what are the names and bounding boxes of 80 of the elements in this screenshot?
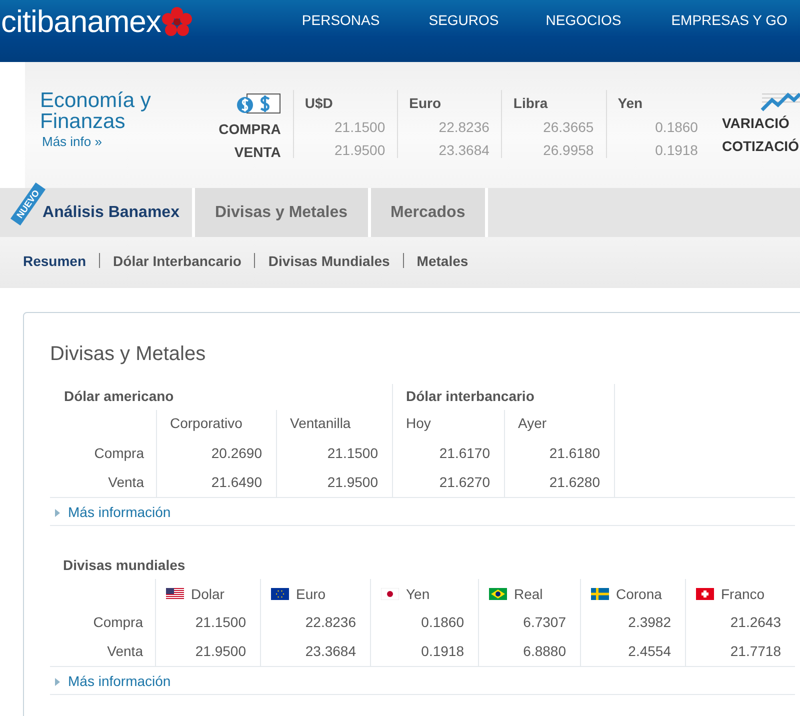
eu-flag-icon [271,588,289,600]
currency-name: Libra [513,94,549,113]
nav-link[interactable]: EMPRESAS Y GO [671,12,788,28]
tab[interactable]: Divisas y Metales [195,188,371,237]
more-info-link[interactable]: Más información [68,672,171,688]
table-cell: 23.3684 [260,637,370,666]
table-cell: 2.4554 [580,637,685,666]
triangle-icon [55,509,60,517]
subtab-link[interactable]: Resumen [23,252,86,268]
us-flag-icon [166,588,184,600]
table-cell: 21.6280 [504,468,615,497]
sweden-flag-icon [591,588,609,600]
subtab-link[interactable]: Divisas Mundiales [268,252,390,268]
table-cell: 21.6180 [504,439,615,468]
sell-label: VENTA [234,143,281,162]
column-heading: Franco [721,586,765,602]
table-cell: 21.6170 [392,439,504,468]
subtab-link[interactable]: Metales [416,252,468,268]
rate-link[interactable]: COTIZACIÓ [722,135,799,158]
column-heading: Hoy [392,410,504,439]
more-info-link[interactable]: Más información [68,504,171,520]
section-title: Economía y Finanzas [40,90,152,132]
sell-rate: 26.9958 [542,141,594,160]
buy-rate: 22.8236 [438,118,490,137]
column-heading: Corporativo [156,410,276,439]
group-heading: Dólar interbancario [392,384,615,410]
sell-rate: 21.9500 [334,141,386,160]
table-cell: 20.2690 [156,439,276,468]
row-label: Compra [93,444,145,463]
japan-flag-icon [381,588,399,600]
column-heading: Euro [296,586,326,602]
table-cell: 21.6270 [392,468,504,497]
table-cell: 6.8880 [478,637,580,666]
nav-link[interactable]: SEGUROS [428,12,499,28]
column-heading: Real [514,586,543,602]
tab[interactable]: Mercados [370,188,488,237]
table-cell: 0.1860 [370,608,478,637]
column-heading: Ventanilla [276,410,392,439]
nav-link[interactable]: PERSONAS [302,12,380,28]
flower-logo-icon [162,7,192,37]
sell-rate: 23.3684 [438,141,490,160]
row-label: Venta [107,473,145,492]
subtab-link[interactable]: Dólar Interbancario [113,252,242,268]
swiss-flag-icon [696,588,714,600]
nav-link[interactable]: NEGOCIOS [546,12,622,28]
table-cell: 21.6490 [156,468,276,497]
brazil-flag-icon [489,588,507,600]
table-cell: 21.9500 [155,637,260,666]
currency-name: Yen [618,94,644,113]
table-cell: 21.1500 [155,608,260,637]
row-label: Venta [106,642,144,661]
triangle-icon [55,678,60,686]
table-title: Divisas mundiales [62,556,186,575]
logo-text[interactable]: citibanamex [1,4,161,40]
row-label: Compra [92,613,144,632]
panel-title: Divisas y Metales [50,343,207,366]
buy-rate: 26.3665 [542,118,594,137]
column-heading: Yen [406,586,430,602]
line-chart-icon [760,90,800,112]
table-cell: 2.3982 [580,608,685,637]
buy-rate: 0.1860 [654,118,698,137]
table-cell: 21.7718 [685,637,795,666]
buy-label: COMPRA [218,120,281,139]
column-heading: Ayer [504,410,615,439]
rate-link[interactable]: VARIACIÓ [722,112,790,135]
column-heading: Dolar [191,586,224,602]
group-heading: Dólar americano [63,387,175,406]
sell-rate: 0.1918 [654,141,698,160]
table-cell: 21.2643 [685,608,795,637]
dollar-icon [234,93,281,115]
table-cell: 6.7307 [478,608,580,637]
table-cell: 21.1500 [276,439,392,468]
table-cell: 21.9500 [276,468,392,497]
column-heading: Corona [616,586,662,602]
currency-name: Euro [409,94,442,113]
currency-name: U$D [304,94,334,113]
table-cell: 22.8236 [260,608,370,637]
table-cell: 0.1918 [370,637,478,666]
buy-rate: 21.1500 [334,118,386,137]
more-info-link[interactable]: Más info » [42,134,210,149]
